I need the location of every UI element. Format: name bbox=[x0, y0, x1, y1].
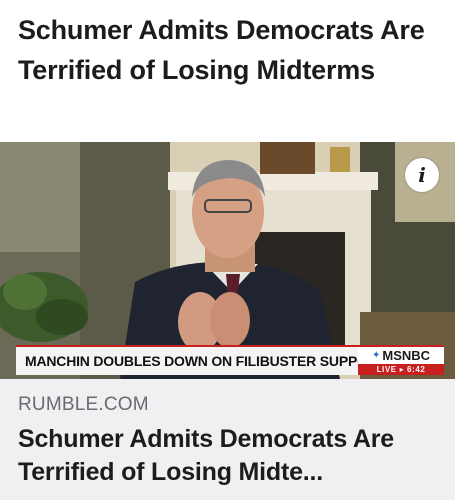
peacock-icon: ✦ bbox=[371, 350, 381, 361]
post-text: Schumer Admits Democrats Are Terrified o… bbox=[18, 15, 425, 85]
video-scene bbox=[0, 142, 455, 379]
chyron-headline: MANCHIN DOUBLES DOWN ON FILIBUSTER SUPPO… bbox=[16, 345, 358, 375]
live-label: LIVE ▸ 6:42 bbox=[358, 364, 444, 375]
link-source: RUMBLE.COM bbox=[18, 394, 149, 415]
link-title[interactable]: Schumer Admits Democrats Are Terrified o… bbox=[18, 423, 437, 489]
network-logo: ✦ MSNBC bbox=[358, 347, 444, 364]
info-icon[interactable]: i bbox=[405, 158, 439, 192]
video-thumbnail[interactable]: i MANCHIN DOUBLES DOWN ON FILIBUSTER SUP… bbox=[0, 142, 455, 379]
link-preview-footer[interactable]: RUMBLE.COM Schumer Admits Democrats Are … bbox=[0, 379, 455, 500]
news-chyron: MANCHIN DOUBLES DOWN ON FILIBUSTER SUPPO… bbox=[16, 345, 444, 375]
network-brand: ✦ MSNBC LIVE ▸ 6:42 bbox=[358, 345, 444, 375]
network-name: MSNBC bbox=[382, 348, 431, 363]
